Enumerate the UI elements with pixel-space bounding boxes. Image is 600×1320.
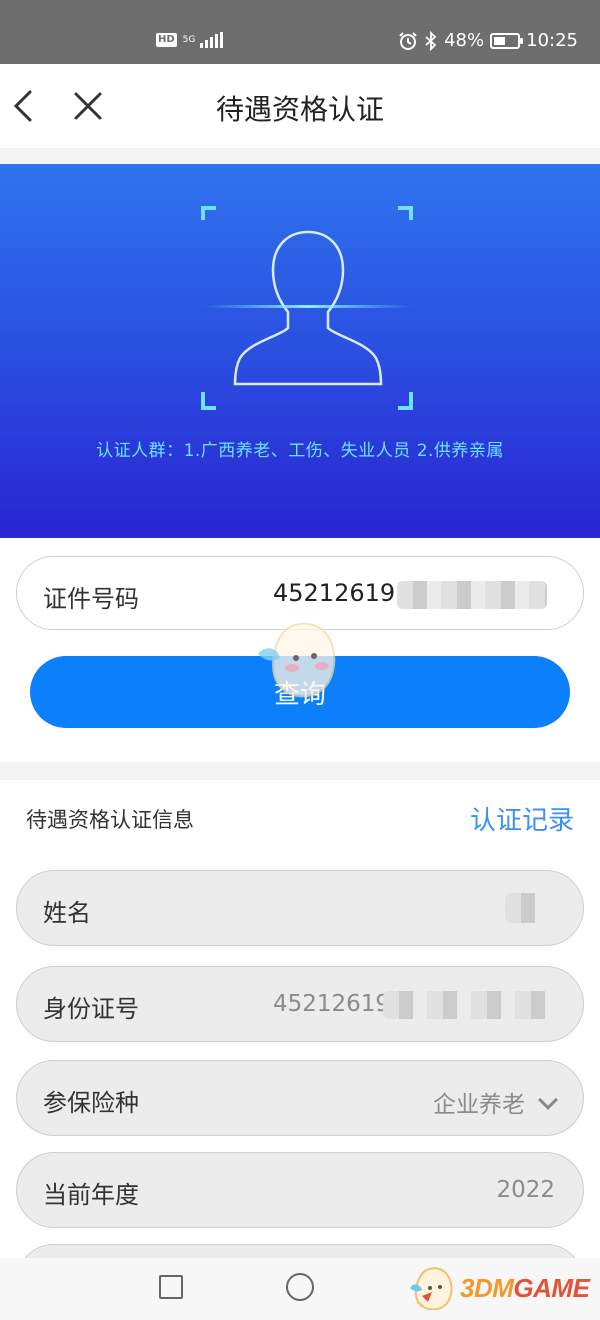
insurance-type-selected: 企业养老 [433, 1092, 525, 1118]
face-scan-icon [201, 206, 413, 410]
current-year-field: 当前年度 2022 [16, 1152, 584, 1228]
section-title: 待遇资格认证信息 [26, 808, 194, 832]
battery-percent: 48% [444, 30, 485, 51]
current-year-label: 当前年度 [43, 1181, 139, 1209]
insurance-type-select[interactable]: 参保险种 企业养老 [16, 1060, 584, 1136]
redacted-mosaic [505, 893, 549, 923]
chevron-down-icon[interactable] [538, 1090, 558, 1110]
face-auth-banner: 认证人群：1.广西养老、工伤、失业人员 2.供养亲属 [0, 164, 600, 538]
recent-apps-square-icon[interactable] [159, 1275, 183, 1299]
title-bar: 待遇资格认证 [0, 64, 600, 148]
network-type: 5G [182, 34, 196, 45]
page-title: 待遇资格认证 [215, 93, 384, 126]
clock: 10:25 [526, 30, 578, 51]
bluetooth-icon [425, 30, 437, 51]
insurance-type-label: 参保险种 [43, 1089, 139, 1117]
auth-record-link[interactable]: 认证记录 [470, 800, 574, 837]
3dmgame-watermark: 3DMGAME [408, 1266, 590, 1310]
name-field: 姓名 [16, 870, 584, 946]
auth-info-section: 待遇资格认证信息 认证记录 姓名 身份证号 45212619 参保险种 企业养老… [0, 780, 600, 1258]
watermark-text: 3DMGAME [460, 1272, 590, 1304]
battery-icon [490, 32, 524, 49]
banner-caption: 认证人群：1.广西养老、工伤、失业人员 2.供养亲属 [96, 441, 504, 461]
status-bar: HD 5G 48% 10:25 [0, 0, 600, 64]
id-number-label: 证件号码 [43, 585, 139, 613]
next-field-partial [16, 1244, 584, 1258]
mascot-logo-icon [410, 1267, 453, 1310]
id-card-label: 身份证号 [43, 995, 139, 1023]
insurance-type-value[interactable]: 企业养老 [433, 1085, 558, 1119]
redacted-mosaic [397, 581, 547, 609]
alarm-icon [399, 31, 417, 50]
hd-badge: HD [156, 33, 177, 47]
network-indicators: HD 5G [156, 32, 224, 48]
watermark-prefix: 3DM [460, 1272, 514, 1303]
mascot-watermark-icon [258, 622, 336, 698]
id-card-value: 45212619 [273, 991, 391, 1017]
id-card-field: 身份证号 45212619 [16, 966, 584, 1042]
battery-fill [494, 36, 505, 45]
watermark-suffix: GAME [513, 1272, 590, 1303]
signal-icon [200, 32, 224, 48]
system-nav-bar: 3DMGAME [0, 1258, 600, 1320]
network-type-top: 5G [182, 34, 196, 45]
home-circle-icon[interactable] [286, 1273, 314, 1301]
system-indicators: 48% 10:25 [398, 30, 578, 51]
redacted-mosaic [383, 991, 549, 1019]
current-year-value: 2022 [496, 1177, 555, 1203]
id-number-value[interactable]: 45212619 [273, 579, 395, 607]
name-label: 姓名 [43, 899, 91, 927]
